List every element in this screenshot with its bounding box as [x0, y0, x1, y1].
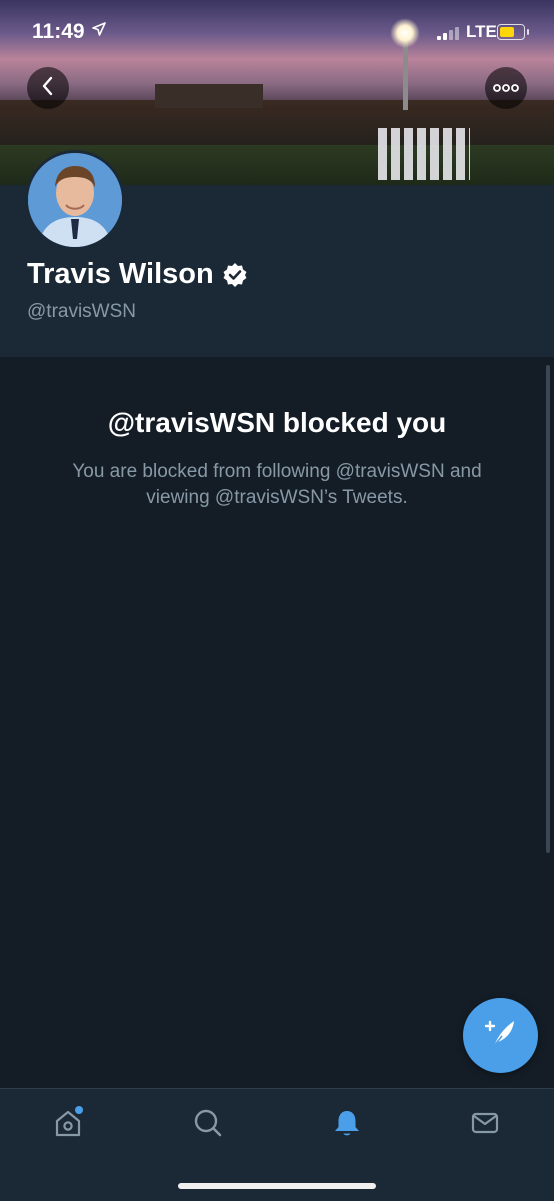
- more-horizontal-icon: [493, 79, 519, 97]
- blocked-title: @travisWSN blocked you: [107, 407, 447, 438]
- tab-notifications[interactable]: [327, 1105, 367, 1145]
- compose-tweet-button[interactable]: [463, 998, 538, 1073]
- home-indicator: [178, 1183, 376, 1189]
- tab-messages[interactable]: [465, 1105, 505, 1145]
- banner-pressbox: [155, 84, 263, 108]
- status-bar: 11:49 LTE: [0, 0, 554, 66]
- mail-icon: [469, 1107, 501, 1144]
- signal-bars-icon: [437, 26, 461, 40]
- location-arrow-icon: [92, 22, 106, 40]
- chevron-left-icon: [39, 75, 57, 102]
- tab-home[interactable]: [48, 1105, 88, 1145]
- avatar[interactable]: [25, 150, 125, 250]
- status-time: 11:49: [32, 20, 85, 43]
- more-options-button[interactable]: [485, 67, 527, 109]
- profile-name-row: Travis Wilson: [27, 258, 248, 291]
- banner-players: [378, 128, 470, 180]
- back-button[interactable]: [27, 67, 69, 109]
- blocked-description: You are blocked from following @travisWS…: [72, 461, 482, 508]
- profile-handle: @travisWSN: [27, 301, 137, 322]
- bell-icon: [331, 1107, 363, 1144]
- network-type: LTE: [466, 22, 497, 41]
- scrollbar[interactable]: [546, 365, 550, 853]
- blocked-section: @travisWSN blocked you You are blocked f…: [0, 357, 554, 1088]
- battery-icon: [497, 24, 529, 40]
- tab-bar: [0, 1088, 554, 1201]
- compose-tweet-icon: [482, 1014, 520, 1057]
- tab-search[interactable]: [188, 1105, 228, 1145]
- display-name: Travis Wilson: [27, 258, 214, 290]
- search-icon: [192, 1107, 224, 1144]
- home-notification-dot: [75, 1106, 83, 1114]
- verified-badge-icon: [222, 262, 248, 288]
